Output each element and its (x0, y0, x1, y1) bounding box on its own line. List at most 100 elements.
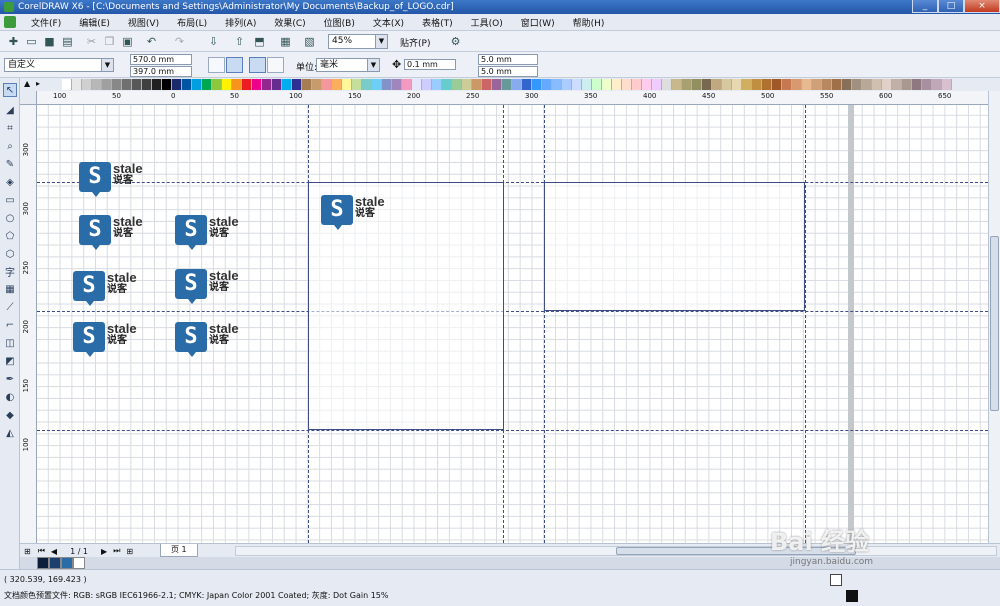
color-swatch[interactable] (712, 79, 722, 90)
menu-text[interactable]: 文本(X) (364, 16, 413, 29)
fill-tool-icon[interactable]: ◆ (3, 408, 17, 422)
table-tool-icon[interactable]: ▦ (3, 282, 17, 296)
color-swatch[interactable] (602, 79, 612, 90)
color-swatch[interactable] (162, 79, 172, 90)
snap-to-button[interactable]: 贴齐(P) (400, 36, 430, 49)
color-swatch[interactable] (882, 79, 892, 90)
menu-edit[interactable]: 编辑(E) (70, 16, 119, 29)
close-button[interactable]: × (964, 0, 1000, 13)
page-width-field[interactable]: 570.0 mm (130, 54, 192, 65)
logo-stale[interactable]: S stale 说客 (73, 322, 137, 357)
menu-table[interactable]: 表格(T) (413, 16, 462, 29)
color-swatch[interactable] (322, 79, 332, 90)
duplicate-y-field[interactable]: 5.0 mm (478, 66, 538, 77)
color-swatch[interactable] (812, 79, 822, 90)
color-swatch[interactable] (792, 79, 802, 90)
color-swatch[interactable] (832, 79, 842, 90)
prev-page-icon[interactable]: ◀ (51, 547, 57, 556)
freehand-tool-icon[interactable]: ✎ (3, 157, 17, 171)
logo-stale[interactable]: S stale 说客 (79, 162, 143, 197)
vertical-ruler[interactable]: 300 300 250 200 150 100 (20, 105, 37, 543)
basic-shapes-icon[interactable]: ⬡ (3, 247, 17, 261)
menu-arrange[interactable]: 排列(A) (216, 16, 265, 29)
eyedropper-tool-icon[interactable]: ✒ (3, 372, 17, 386)
color-swatch[interactable] (402, 79, 412, 90)
vertical-scrollbar[interactable] (988, 91, 1000, 543)
zoom-select[interactable]: 45% ▼ (328, 34, 388, 49)
logo-stale[interactable]: S stale 说客 (175, 215, 239, 250)
color-swatch[interactable] (742, 79, 752, 90)
color-swatch[interactable] (622, 79, 632, 90)
open-icon[interactable]: ▭ (24, 34, 39, 49)
color-swatch[interactable] (212, 79, 222, 90)
logo-stale[interactable]: S stale 说客 (175, 269, 239, 304)
color-swatch[interactable] (462, 79, 472, 90)
color-swatch[interactable] (892, 79, 902, 90)
guideline-horizontal[interactable] (37, 430, 988, 431)
color-swatch[interactable] (412, 79, 422, 90)
color-swatch[interactable] (782, 79, 792, 90)
logo-stale[interactable]: S stale 说客 (175, 322, 239, 357)
color-swatch[interactable] (292, 79, 302, 90)
color-swatch[interactable] (262, 79, 272, 90)
color-swatch[interactable] (862, 79, 872, 90)
color-profile-info[interactable]: 文档颜色预置文件: RGB: sRGB IEC61966-2.1; CMYK: … (4, 590, 388, 601)
menu-bitmaps[interactable]: 位图(B) (315, 16, 364, 29)
color-swatch[interactable] (302, 79, 312, 90)
last-page-icon[interactable]: ⏭ (113, 546, 120, 556)
menu-effects[interactable]: 效果(C) (265, 16, 314, 29)
guideline-horizontal[interactable] (37, 311, 988, 312)
color-swatch[interactable] (242, 79, 252, 90)
color-swatch[interactable] (912, 79, 922, 90)
color-swatch[interactable] (562, 79, 572, 90)
next-page-icon[interactable]: ▶ (101, 547, 107, 556)
menu-tools[interactable]: 工具(O) (462, 16, 512, 29)
transparency-tool-icon[interactable]: ◩ (3, 354, 17, 368)
color-swatch[interactable] (752, 79, 762, 90)
blend-tool-icon[interactable]: ◫ (3, 336, 17, 350)
ruler-origin[interactable] (20, 91, 37, 105)
color-swatch[interactable] (342, 79, 352, 90)
color-swatch[interactable] (352, 79, 362, 90)
crop-tool-icon[interactable]: ⌗ (3, 121, 17, 135)
color-swatch[interactable] (152, 79, 162, 90)
color-swatch[interactable] (632, 79, 642, 90)
guideline-vertical[interactable] (805, 105, 806, 543)
redo-icon[interactable]: ↷ (172, 34, 187, 49)
color-swatch[interactable] (232, 79, 242, 90)
doc-swatch[interactable] (61, 557, 73, 569)
color-swatch[interactable] (502, 79, 512, 90)
document-icon[interactable] (4, 16, 16, 28)
maximize-button[interactable]: □ (938, 0, 964, 13)
color-swatch[interactable] (122, 79, 132, 90)
color-swatch[interactable] (942, 79, 952, 90)
color-swatch[interactable] (432, 79, 442, 90)
page-height-field[interactable]: 397.0 mm (130, 66, 192, 77)
ellipse-tool-icon[interactable]: ○ (3, 211, 17, 225)
duplicate-x-field[interactable]: 5.0 mm (478, 54, 538, 65)
color-swatch[interactable] (902, 79, 912, 90)
all-pages-button[interactable] (249, 57, 266, 73)
page-preset-select[interactable]: 自定义 ▼ (4, 58, 114, 72)
doc-swatch[interactable] (49, 557, 61, 569)
color-swatch[interactable] (672, 79, 682, 90)
color-swatch[interactable] (202, 79, 212, 90)
color-swatch[interactable] (132, 79, 142, 90)
color-swatch[interactable] (842, 79, 852, 90)
full-screen-icon[interactable]: ▧ (302, 34, 317, 49)
welcome-icon[interactable]: ▦ (278, 34, 293, 49)
new-icon[interactable]: ✚ (6, 34, 21, 49)
color-swatch[interactable] (872, 79, 882, 90)
save-icon[interactable]: ■ (42, 34, 57, 49)
color-swatch[interactable] (172, 79, 182, 90)
add-page-after-icon[interactable]: ⊞ (126, 547, 133, 556)
first-page-icon[interactable]: ⏮ (38, 546, 45, 556)
minimize-button[interactable]: _ (912, 0, 938, 13)
add-page-icon[interactable]: ⊞ (24, 547, 31, 556)
connector-tool-icon[interactable]: ⌐ (3, 318, 17, 332)
color-swatch[interactable] (522, 79, 532, 90)
paste-icon[interactable]: ▣ (120, 34, 135, 49)
horizontal-scrollbar[interactable] (235, 546, 997, 556)
color-swatch[interactable] (652, 79, 662, 90)
copy-icon[interactable]: ❐ (102, 34, 117, 49)
